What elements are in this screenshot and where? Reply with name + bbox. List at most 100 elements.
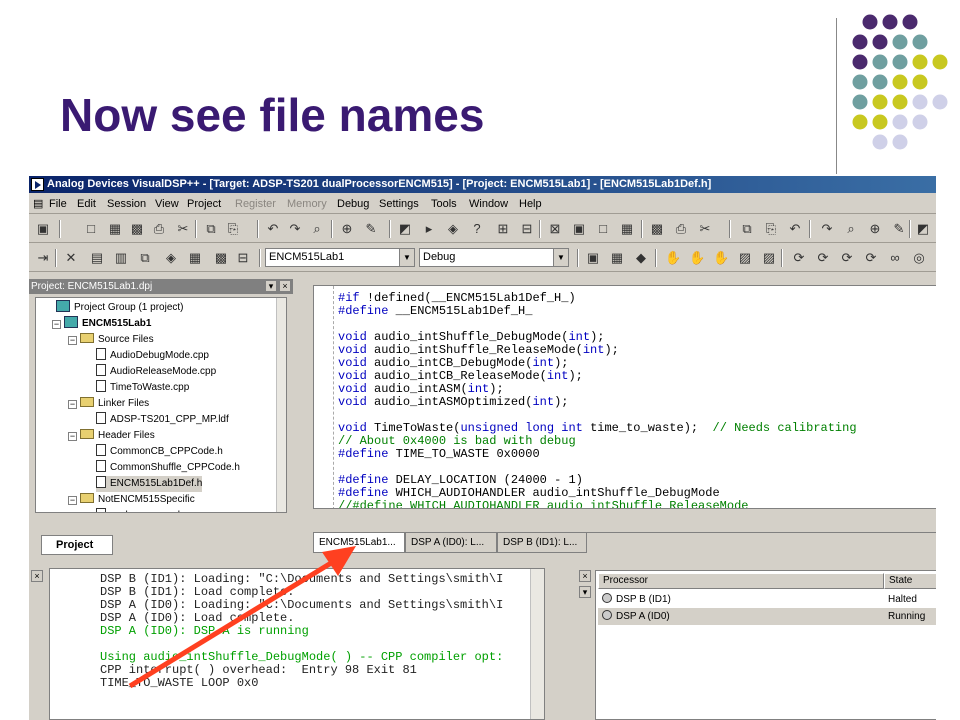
chevron-down-icon[interactable]: ▼ <box>553 249 568 266</box>
toolbar-button-icon[interactable]: ▨ <box>737 250 753 266</box>
toolbar-button-icon[interactable]: ◈ <box>445 221 461 237</box>
toolbar-button-icon[interactable]: ⟳ <box>815 250 831 266</box>
menu-settings[interactable]: Settings <box>379 194 419 214</box>
toolbar-button-icon[interactable]: ▤ <box>89 250 105 266</box>
tree-item[interactable]: CommonCB_CPPCode.h <box>96 444 223 460</box>
toolbar-button-icon[interactable]: ↷ <box>819 221 835 237</box>
column-header-processor[interactable]: Processor <box>598 573 884 589</box>
tree-item[interactable]: TimeToWaste.cpp <box>96 380 189 396</box>
toolbar-button-icon[interactable]: ◈ <box>163 250 179 266</box>
toolbar-button-icon[interactable]: ↶ <box>787 221 803 237</box>
toolbar-button-icon[interactable]: ✎ <box>891 221 907 237</box>
menu-project[interactable]: Project <box>187 194 221 214</box>
toolbar-button-icon[interactable]: ⧉ <box>739 221 755 237</box>
menu-file[interactable]: File <box>49 194 67 214</box>
tree-item[interactable]: CommonShuffle_CPPCode.h <box>96 460 240 476</box>
menu-edit[interactable]: Edit <box>77 194 96 214</box>
collapse-icon[interactable]: − <box>68 432 77 441</box>
toolbar-button-icon[interactable]: ⟳ <box>863 250 879 266</box>
toolbar-button-icon[interactable]: ⊕ <box>339 221 355 237</box>
menu-debug[interactable]: Debug <box>337 194 369 214</box>
processor-row[interactable]: DSP B (ID1) Halted <box>598 591 936 608</box>
output-scrollbar[interactable] <box>530 569 544 719</box>
tree-item[interactable]: Linker Files <box>80 396 149 412</box>
toolbar-button-icon[interactable]: ∞ <box>887 250 903 266</box>
toolbar-button-icon[interactable]: ⌕ <box>309 221 325 237</box>
toolbar-button-icon[interactable]: ▩ <box>649 221 665 237</box>
toolbar-button-icon[interactable]: ⎘ <box>763 221 779 237</box>
menu-help[interactable]: Help <box>519 194 542 214</box>
toolbar-button-icon[interactable]: ✋ <box>689 250 705 266</box>
tree-item[interactable]: ENCM515Lab1 <box>64 316 151 332</box>
editor-tab[interactable]: DSP A (ID0): L... <box>405 533 497 553</box>
toolbar-button-icon[interactable]: □ <box>83 221 99 237</box>
tree-item[interactable]: ADSP-TS201_CPP_MP.ldf <box>96 412 229 428</box>
toolbar-button-icon[interactable]: ⟳ <box>791 250 807 266</box>
column-header-state[interactable]: State <box>884 573 936 589</box>
code-editor[interactable]: #if !defined(__ENCM515Lab1Def_H_) #define… <box>313 285 936 509</box>
toolbar-button-icon[interactable]: ▥ <box>113 250 129 266</box>
menu-register[interactable]: Register <box>235 194 276 214</box>
toolbar-button-icon[interactable]: ▦ <box>107 221 123 237</box>
toolbar-button-icon[interactable]: ⊞ <box>495 221 511 237</box>
toolbar-button-icon[interactable]: ↷ <box>287 221 303 237</box>
toolbar-button-icon[interactable]: ◎ <box>911 250 927 266</box>
toolbar-button-icon[interactable]: ▩ <box>129 221 145 237</box>
menu-window[interactable]: Window <box>469 194 508 214</box>
toolbar-button-icon[interactable]: ✋ <box>665 250 681 266</box>
toolbar-button-icon[interactable]: ⎘ <box>225 221 241 237</box>
config-combo[interactable]: Debug ▼ <box>419 248 569 267</box>
toolbar-button-icon[interactable]: ▦ <box>619 221 635 237</box>
code-text[interactable]: #if !defined(__ENCM515Lab1Def_H_) #define… <box>338 292 857 509</box>
collapse-icon[interactable]: − <box>52 320 61 329</box>
chevron-down-icon[interactable]: ▼ <box>399 249 414 266</box>
toolbar-button-icon[interactable]: ⌕ <box>843 221 859 237</box>
toolbar-button-icon[interactable]: ⇥ <box>35 250 51 266</box>
toolbar-button-icon[interactable]: □ <box>595 221 611 237</box>
window-titlebar[interactable]: Analog Devices VisualDSP++ - [Target: AD… <box>29 176 936 193</box>
project-pane-title[interactable]: Project: ENCM515Lab1.dpj ▾ × <box>29 279 293 294</box>
toolbar-button-icon[interactable]: ✂ <box>697 221 713 237</box>
app-icon[interactable] <box>31 178 44 191</box>
toolbar-button-icon[interactable]: ✎ <box>363 221 379 237</box>
tree-item[interactable]: Source Files <box>80 332 154 348</box>
editor-tab[interactable]: DSP B (ID1): L... <box>497 533 587 553</box>
toolbar-button-icon[interactable]: ⧉ <box>203 221 219 237</box>
collapse-icon[interactable]: − <box>68 496 77 505</box>
toolbar-button-icon[interactable]: ▦ <box>187 250 203 266</box>
processor-row[interactable]: DSP A (ID0) Running <box>598 608 936 625</box>
menu-tools[interactable]: Tools <box>431 194 457 214</box>
toolbar-button-icon[interactable]: ⟳ <box>839 250 855 266</box>
pane-menu-icon[interactable]: ▾ <box>265 280 277 292</box>
menu-view[interactable]: View <box>155 194 179 214</box>
toolbar-button-icon[interactable]: ◩ <box>397 221 413 237</box>
toolbar-button-icon[interactable]: ▩ <box>213 250 229 266</box>
editor-tab[interactable]: ENCM515Lab1... <box>313 533 405 553</box>
toolbar-button-icon[interactable]: ⊟ <box>519 221 535 237</box>
tree-item[interactable]: ENCM515Lab1Def.h <box>96 476 203 492</box>
toolbar-button-icon[interactable]: ▣ <box>35 221 51 237</box>
toolbar-button-icon[interactable]: ⊟ <box>235 250 251 266</box>
toolbar-button-icon[interactable]: ✕ <box>63 250 79 266</box>
close-icon[interactable]: × <box>279 280 291 292</box>
close-icon[interactable]: × <box>31 570 43 582</box>
toolbar-button-icon[interactable]: ▣ <box>585 250 601 266</box>
tree-item[interactable]: Project Group (1 project) <box>56 300 184 316</box>
tree-item[interactable]: NotENCM515Specific <box>80 492 195 508</box>
project-combo[interactable]: ENCM515Lab1 ▼ <box>265 248 415 267</box>
toolbar-button-icon[interactable]: ▸ <box>421 221 437 237</box>
toolbar-button-icon[interactable]: ▣ <box>571 221 587 237</box>
toolbar-button-icon[interactable]: ⎙ <box>673 221 689 237</box>
menu-memory[interactable]: Memory <box>287 194 327 214</box>
toolbar-button-icon[interactable]: ⧉ <box>137 250 153 266</box>
tree-item[interactable]: AudioDebugMode.cpp <box>96 348 209 364</box>
toolbar-button-icon[interactable]: ◆ <box>633 250 649 266</box>
toolbar-button-icon[interactable]: ↶ <box>265 221 281 237</box>
collapse-icon[interactable]: − <box>68 336 77 345</box>
toolbar-button-icon[interactable]: ▦ <box>609 250 625 266</box>
toolbar-button-icon[interactable]: ✋ <box>713 250 729 266</box>
menu-session[interactable]: Session <box>107 194 146 214</box>
toolbar-button-icon[interactable]: ⊕ <box>867 221 883 237</box>
tree-item[interactable]: cache_macros.h <box>96 508 183 512</box>
tree-item[interactable]: AudioReleaseMode.cpp <box>96 364 216 380</box>
